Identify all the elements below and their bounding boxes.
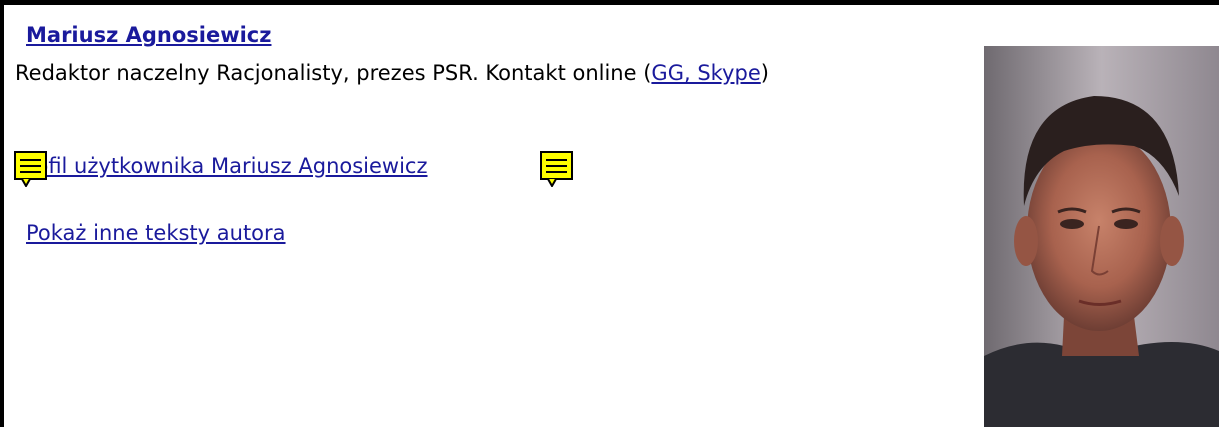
author-name-link[interactable]: Mariusz Agnosiewicz	[26, 23, 271, 47]
profile-link[interactable]: Profil użytkownika Mariusz Agnosiewicz	[15, 154, 428, 178]
contact-link[interactable]: GG, Skype	[651, 61, 760, 85]
bio-text: Redaktor naczelny Racjonalisty, prezes P…	[15, 61, 652, 85]
author-bio: Redaktor naczelny Racjonalisty, prezes P…	[15, 59, 915, 88]
note-icon[interactable]	[14, 151, 50, 187]
bio-close: )	[760, 61, 769, 85]
author-photo	[984, 46, 1219, 427]
more-texts-link[interactable]: Pokaż inne teksty autora	[26, 221, 286, 245]
note-icon[interactable]	[540, 151, 576, 187]
